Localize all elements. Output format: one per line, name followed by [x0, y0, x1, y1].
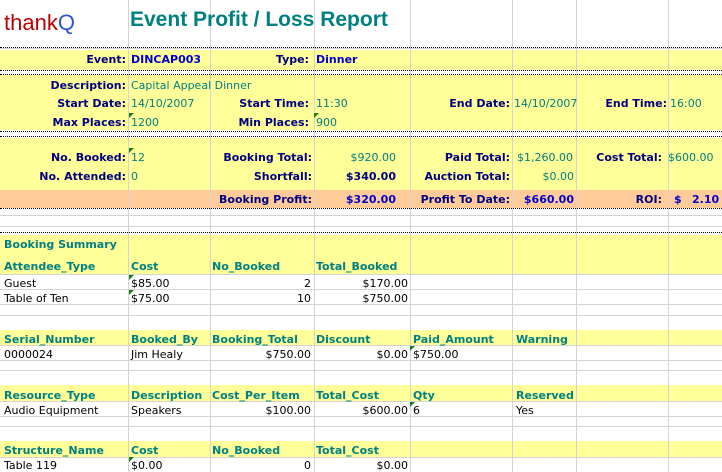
start-time-label: Start Time:: [239, 97, 309, 110]
start-date-value[interactable]: 14/10/2007: [131, 97, 194, 110]
profit-to-date-label: Profit To Date:: [420, 193, 510, 206]
column-header: Warning: [516, 333, 568, 346]
end-time-label: End Time:: [605, 97, 667, 110]
column-header: Attendee_Type: [4, 260, 96, 273]
cost-total-value[interactable]: $600.00: [668, 151, 714, 164]
booking-summary-title: Booking Summary: [4, 238, 117, 251]
roi-label: ROI:: [635, 193, 662, 206]
min-places-value[interactable]: 900: [316, 116, 337, 129]
column-header: Serial_Number: [4, 333, 95, 346]
no-booked-label: No. Booked:: [50, 151, 126, 164]
column-header: Cost_Per_Item: [212, 389, 300, 402]
shortfall-value[interactable]: $340.00: [346, 170, 396, 183]
roi-currency: $: [674, 193, 682, 206]
min-places-label: Min Places:: [238, 116, 309, 129]
table-cell[interactable]: $170.00: [363, 277, 409, 290]
type-label: Type:: [275, 53, 309, 66]
table-cell[interactable]: Table 119: [4, 459, 57, 472]
column-header: Structure_Name: [4, 444, 104, 457]
column-header: Booking_Total: [212, 333, 298, 346]
table-cell[interactable]: Jim Healy: [131, 348, 183, 361]
booking-total-value[interactable]: $920.00: [351, 151, 397, 164]
description-value[interactable]: Capital Appeal Dinner: [131, 79, 251, 92]
shortfall-label: Shortfall:: [253, 170, 312, 183]
paid-total-label: Paid Total:: [444, 151, 510, 164]
thankq-logo: thankQ: [4, 10, 75, 36]
event-value[interactable]: DINCAP003: [131, 53, 201, 66]
max-places-value[interactable]: 1200: [131, 116, 159, 129]
booking-profit-value[interactable]: $320.00: [346, 193, 396, 206]
start-time-value[interactable]: 11:30: [316, 97, 348, 110]
end-time-value[interactable]: 16:00: [670, 97, 702, 110]
event-label: Event:: [86, 53, 126, 66]
no-booked-value[interactable]: 12: [131, 151, 145, 164]
table-cell[interactable]: $0.00: [377, 348, 409, 361]
column-header: Total_Booked: [316, 260, 398, 273]
table-cell[interactable]: $750.00: [413, 348, 459, 361]
table-cell[interactable]: $85.00: [131, 277, 170, 290]
table-cell[interactable]: $750.00: [363, 292, 409, 305]
profit-to-date-value[interactable]: $660.00: [524, 193, 574, 206]
column-header: Cost: [131, 444, 159, 457]
column-header: Total_Cost: [316, 389, 379, 402]
column-header: Qty: [413, 389, 435, 402]
table-cell[interactable]: Speakers: [131, 404, 181, 417]
table-cell[interactable]: 10: [297, 292, 311, 305]
table-cell[interactable]: Yes: [516, 404, 534, 417]
table-cell[interactable]: 0000024: [4, 348, 53, 361]
end-date-label: End Date:: [449, 97, 510, 110]
table-cell[interactable]: $100.00: [266, 404, 312, 417]
paid-total-value[interactable]: $1,260.00: [517, 151, 573, 164]
no-attended-label: No. Attended:: [39, 170, 126, 183]
column-header: No_Booked: [212, 260, 281, 273]
table-cell[interactable]: Guest: [4, 277, 36, 290]
table-cell[interactable]: Audio Equipment: [4, 404, 98, 417]
column-header: No_Booked: [212, 444, 281, 457]
end-date-value[interactable]: 14/10/2007: [514, 97, 577, 110]
start-date-label: Start Date:: [57, 97, 126, 110]
type-value[interactable]: Dinner: [316, 53, 357, 66]
table-cell[interactable]: 2: [304, 277, 311, 290]
auction-total-label: Auction Total:: [424, 170, 510, 183]
column-header: Booked_By: [131, 333, 198, 346]
logo-text-thank: thank: [4, 10, 58, 35]
auction-total-value[interactable]: $0.00: [543, 170, 575, 183]
table-cell[interactable]: $750.00: [266, 348, 312, 361]
description-label: Description:: [50, 79, 126, 92]
booking-profit-label: Booking Profit:: [219, 193, 312, 206]
column-header: Resource_Type: [4, 389, 96, 402]
column-header: Discount: [316, 333, 371, 346]
table-cell[interactable]: $600.00: [363, 404, 409, 417]
logo-text-q: Q: [57, 10, 75, 35]
column-header: Description: [131, 389, 203, 402]
column-header: Reserved: [516, 389, 574, 402]
table-cell[interactable]: 6: [413, 404, 420, 417]
max-places-label: Max Places:: [52, 116, 126, 129]
report-title: Event Profit / Loss Report: [130, 8, 388, 31]
table-cell[interactable]: Table of Ten: [4, 292, 69, 305]
booking-total-label: Booking Total:: [223, 151, 312, 164]
table-cell[interactable]: $0.00: [131, 459, 163, 472]
no-attended-value[interactable]: 0: [131, 170, 138, 183]
roi-value[interactable]: 2.10: [692, 193, 719, 206]
table-cell[interactable]: $0.00: [377, 459, 409, 472]
column-header: Total_Cost: [316, 444, 379, 457]
table-cell[interactable]: 0: [304, 459, 311, 472]
table-cell[interactable]: $75.00: [131, 292, 170, 305]
column-header: Cost: [131, 260, 159, 273]
column-header: Paid_Amount: [413, 333, 494, 346]
cost-total-label: Cost Total:: [596, 151, 662, 164]
